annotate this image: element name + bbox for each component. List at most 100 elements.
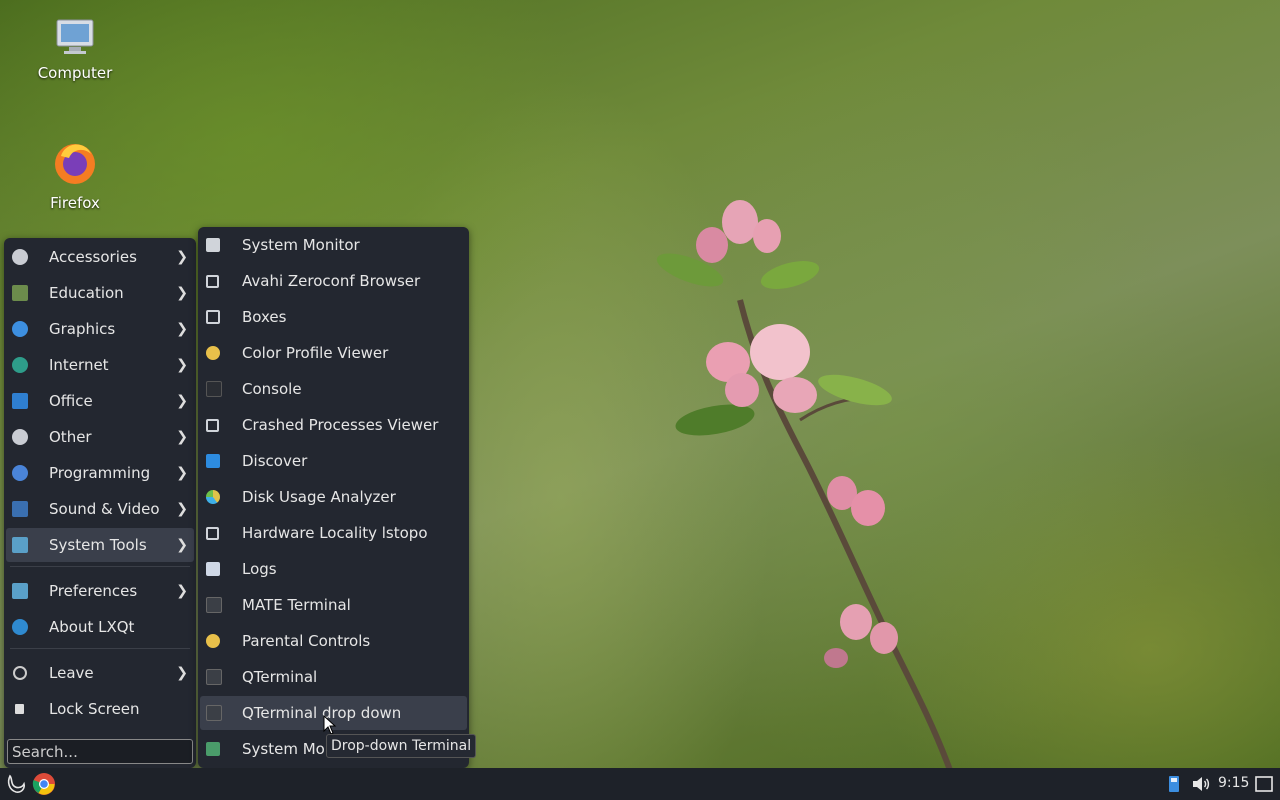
system-tools-icon	[12, 537, 28, 553]
menu-item-education[interactable]: Education ❯	[6, 276, 194, 310]
sound-video-icon	[12, 501, 28, 517]
show-desktop-icon[interactable]	[1252, 772, 1276, 796]
menu-search-input[interactable]: Search...	[7, 739, 193, 764]
menu-item-about-lxqt[interactable]: About LXQt	[6, 610, 194, 644]
color-profile-icon	[206, 346, 220, 360]
removable-media-icon[interactable]	[1162, 772, 1186, 796]
chevron-right-icon: ❯	[176, 357, 188, 373]
chevron-right-icon: ❯	[176, 465, 188, 481]
menu-item-label: Lock Screen	[49, 700, 140, 718]
education-icon	[12, 285, 28, 301]
submenu-item-lstopo[interactable]: Hardware Locality lstopo	[200, 516, 467, 550]
chevron-right-icon: ❯	[176, 429, 188, 445]
menu-item-label: Programming	[49, 464, 151, 482]
system-tools-submenu: System Monitor Avahi Zeroconf Browser Bo…	[198, 227, 469, 768]
submenu-item-mate-terminal[interactable]: MATE Terminal	[200, 588, 467, 622]
logs-icon	[206, 562, 220, 576]
menu-separator	[10, 648, 190, 649]
submenu-item-label: Avahi Zeroconf Browser	[242, 272, 421, 290]
console-icon	[206, 381, 222, 397]
menu-separator	[10, 566, 190, 567]
parental-controls-icon	[206, 634, 220, 648]
menu-item-label: Graphics	[49, 320, 116, 338]
computer-icon	[56, 19, 94, 54]
menu-item-sound-video[interactable]: Sound & Video ❯	[6, 492, 194, 526]
chevron-right-icon: ❯	[176, 583, 188, 599]
application-menu: Accessories ❯ Education ❯ Graphics ❯ Int…	[4, 238, 196, 768]
submenu-item-label: Discover	[242, 452, 308, 470]
boxes-icon	[206, 310, 220, 324]
submenu-item-label: Hardware Locality lstopo	[242, 524, 428, 542]
menu-item-office[interactable]: Office ❯	[6, 384, 194, 418]
submenu-item-logs[interactable]: Logs	[200, 552, 467, 586]
submenu-item-qterminal[interactable]: QTerminal	[200, 660, 467, 694]
submenu-item-label: QTerminal drop down	[242, 704, 402, 722]
volume-icon[interactable]	[1189, 772, 1213, 796]
submenu-item-console[interactable]: Console	[200, 372, 467, 406]
menu-item-preferences[interactable]: Preferences ❯	[6, 574, 194, 608]
menu-item-label: Sound & Video	[49, 500, 160, 518]
desktop-icon-label: Firefox	[50, 194, 100, 212]
menu-item-label: About LXQt	[49, 618, 135, 636]
submenu-item-label: Boxes	[242, 308, 287, 326]
submenu-item-label: Parental Controls	[242, 632, 371, 650]
crash-viewer-icon	[206, 418, 219, 432]
graphics-icon	[12, 321, 28, 337]
accessories-icon	[12, 249, 28, 265]
menu-item-lock-screen[interactable]: Lock Screen	[6, 692, 194, 726]
disk-usage-icon	[206, 490, 220, 504]
chevron-right-icon: ❯	[176, 537, 188, 553]
menu-item-label: Preferences	[49, 582, 138, 600]
programming-icon	[12, 465, 28, 481]
lock-icon	[15, 704, 24, 714]
menu-item-other[interactable]: Other ❯	[6, 420, 194, 454]
submenu-item-label: System Monitor	[242, 236, 360, 254]
lstopo-icon	[206, 526, 219, 540]
menu-item-programming[interactable]: Programming ❯	[6, 456, 194, 490]
submenu-item-boxes[interactable]: Boxes	[200, 300, 467, 334]
menu-item-label: Other	[49, 428, 92, 446]
firefox-icon	[55, 144, 95, 184]
chrome-icon[interactable]	[32, 772, 56, 796]
power-icon	[13, 666, 27, 680]
menu-item-label: System Tools	[49, 536, 147, 554]
submenu-item-parental-controls[interactable]: Parental Controls	[200, 624, 467, 658]
chevron-right-icon: ❯	[176, 393, 188, 409]
taskbar-clock[interactable]: 9:15	[1218, 775, 1249, 791]
submenu-item-system-monitor[interactable]: System Monitor	[200, 228, 467, 262]
menu-item-accessories[interactable]: Accessories ❯	[6, 240, 194, 274]
submenu-item-crash-viewer[interactable]: Crashed Processes Viewer	[200, 408, 467, 442]
submenu-item-avahi[interactable]: Avahi Zeroconf Browser	[200, 264, 467, 298]
about-icon	[12, 619, 28, 635]
preferences-icon	[12, 583, 28, 599]
menu-item-label: Office	[49, 392, 93, 410]
chevron-right-icon: ❯	[176, 501, 188, 517]
internet-icon	[12, 357, 28, 373]
menu-item-graphics[interactable]: Graphics ❯	[6, 312, 194, 346]
submenu-item-label: System Mor	[242, 740, 331, 758]
menu-item-system-tools[interactable]: System Tools ❯	[6, 528, 194, 562]
menu-item-leave[interactable]: Leave ❯	[6, 656, 194, 690]
system-monitor-icon	[206, 238, 220, 252]
submenu-item-color-profile[interactable]: Color Profile Viewer	[200, 336, 467, 370]
submenu-item-label: MATE Terminal	[242, 596, 351, 614]
submenu-item-disk-usage[interactable]: Disk Usage Analyzer	[200, 480, 467, 514]
desktop-icon-label: Computer	[37, 64, 113, 82]
menu-item-label: Education	[49, 284, 124, 302]
menu-item-internet[interactable]: Internet ❯	[6, 348, 194, 382]
other-icon	[12, 429, 28, 445]
avahi-icon	[206, 274, 219, 288]
submenu-item-discover[interactable]: Discover	[200, 444, 467, 478]
chevron-right-icon: ❯	[176, 665, 188, 681]
submenu-item-label: Disk Usage Analyzer	[242, 488, 396, 506]
lxqt-start-menu-icon[interactable]	[4, 772, 28, 796]
submenu-item-label: Console	[242, 380, 302, 398]
mouse-cursor-icon	[323, 715, 337, 735]
chevron-right-icon: ❯	[176, 249, 188, 265]
office-icon	[12, 393, 28, 409]
submenu-item-label: Color Profile Viewer	[242, 344, 389, 362]
desktop-icon-computer[interactable]: Computer	[20, 18, 130, 82]
discover-icon	[206, 454, 220, 468]
taskbar	[0, 768, 1280, 800]
desktop-icon-firefox[interactable]: Firefox	[20, 138, 130, 212]
